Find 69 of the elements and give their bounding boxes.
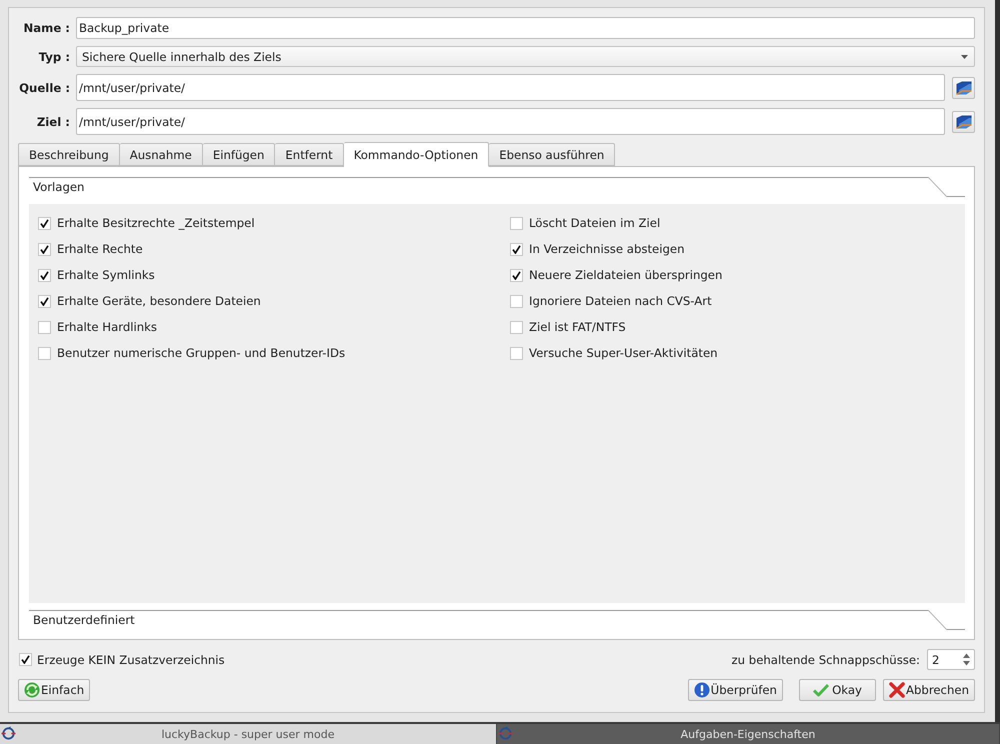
text-field[interactable]: Backup_private [76,17,975,39]
section-header[interactable]: Vorlagen [29,177,965,197]
browse-button[interactable] [952,110,975,132]
checkbox[interactable] [510,346,523,360]
cancel-button[interactable]: Abbrechen [882,679,975,701]
mode-button[interactable]: Einfach [18,679,90,701]
path-field[interactable]: /mnt/user/private/ [76,108,945,135]
checkbox[interactable] [38,268,51,282]
checkbox-label: Benutzer numerische Gruppen- und Benutzer-IDs [57,346,346,360]
taskbar-item[interactable]: Aufgaben-Eigenschaften [497,724,1000,744]
tick-icon [40,270,49,280]
tab[interactable]: Ebenso ausführen [489,143,616,166]
checkbox[interactable] [38,242,51,256]
exclamation-icon [694,682,710,698]
tick-icon [40,296,49,306]
circular-arrows-icon [24,682,40,698]
ok-button[interactable]: Okay [798,679,876,701]
checkbox[interactable] [19,653,32,666]
tab[interactable]: Entfernt [275,143,344,166]
checkbox[interactable] [510,268,523,282]
checkbox[interactable] [38,216,51,230]
tab[interactable]: Beschreibung [18,143,120,166]
checkbox-label: Neuere Zieldateien überspringen [529,268,722,282]
folder-icon [956,80,972,94]
checkbox-label: Erhalte Hardlinks [57,320,158,334]
field-label: Name : [23,21,70,35]
taskbar-item[interactable]: luckyBackup - super user mode [0,724,497,744]
spin-box[interactable]: 2 [927,649,975,670]
checkbox[interactable] [510,320,523,334]
tick-icon [40,244,49,254]
tab[interactable]: Ausnahme [120,143,203,166]
tick-icon [40,218,49,228]
caret-icon [961,54,968,58]
checkbox-label: Versuche Super-User-Aktivitäten [529,346,718,360]
path-field[interactable]: /mnt/user/private/ [76,74,945,101]
checkbox[interactable] [38,320,51,334]
tick-icon [512,270,521,280]
checkbox-label: Ignoriere Dateien nach CVS-Art [529,294,712,308]
cross-icon [888,682,905,698]
field-label: Typ : [38,50,70,64]
folder-icon [956,114,972,128]
type-dropdown[interactable]: Sichere Quelle innerhalb des Ziels [76,46,975,67]
ring-icon [1,726,16,741]
tab[interactable]: Einfügen [202,143,276,166]
checkbox-label: Ziel ist FAT/NTFS [529,320,626,334]
checkbox[interactable] [510,294,523,308]
checkbox[interactable] [510,242,523,256]
checkbox-label: In Verzeichnisse absteigen [529,242,685,256]
checkbox-label: Löscht Dateien im Ziel [529,216,660,230]
checkbox[interactable] [510,216,523,230]
checkbox-label: Erhalte Symlinks [57,268,155,282]
check-icon [813,683,830,697]
validate-button[interactable]: Überprüfen [688,679,783,701]
checkbox-label: Erzeuge KEIN Zusatzverzeichnis [37,652,225,666]
checkbox-label: Erhalte Besitzrechte _Zeitstempel [57,216,255,230]
field-label: Quelle : [19,80,70,94]
ring-icon [498,726,513,741]
browse-button[interactable] [952,76,975,98]
tab[interactable]: Kommando-Optionen [344,142,490,167]
checkbox[interactable] [38,294,51,308]
checkbox-label: Erhalte Geräte, besondere Dateien [57,294,261,308]
tick-icon [21,655,30,664]
checkbox-label: Erhalte Rechte [57,242,143,256]
field-label: Ziel : [36,114,70,128]
spin-arrows-icon [963,653,970,666]
section-header[interactable]: Benutzerdefiniert [29,610,965,630]
checkbox[interactable] [38,346,51,360]
tick-icon [512,244,521,254]
snapshots-label: zu behaltende Schnappschüsse: [732,652,920,666]
